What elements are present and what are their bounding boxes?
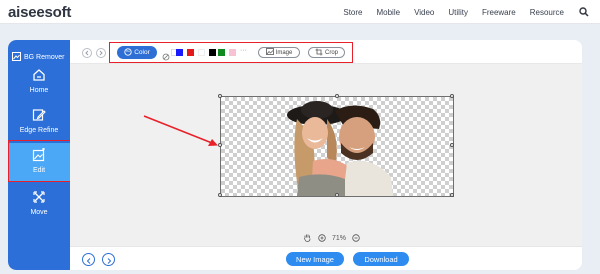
new-image-button[interactable]: New Image: [286, 252, 344, 266]
redo-button[interactable]: [96, 48, 106, 58]
chevron-right-icon: [106, 251, 112, 269]
zoom-in-icon[interactable]: [318, 233, 326, 244]
resize-handle-mr[interactable]: [450, 143, 454, 147]
resize-handle-bc[interactable]: [335, 193, 339, 197]
download-button[interactable]: Download: [353, 252, 409, 266]
search-icon[interactable]: [578, 6, 590, 18]
resize-handle-bl[interactable]: [218, 193, 222, 197]
main-nav: Store Mobile Video Utility Freeware Reso…: [343, 0, 590, 24]
prev-button[interactable]: [82, 253, 95, 266]
resize-handle-tl[interactable]: [218, 94, 222, 98]
editor-window: BG Remover Home Edge Refine Edit Move Co…: [8, 40, 582, 270]
top-nav-bar: aiseesoft Store Mobile Video Utility Fre…: [0, 0, 600, 24]
sidebar-item-label: Edge Refine: [19, 127, 59, 134]
sidebar-item-home[interactable]: Home: [8, 68, 70, 94]
sidebar-item-edge-refine[interactable]: Edge Refine: [8, 108, 70, 134]
nav-item-freeware[interactable]: Freeware: [482, 8, 516, 17]
zoom-controls: 71%: [303, 233, 360, 244]
sidebar-title: BG Remover: [24, 53, 65, 61]
hand-tool-icon[interactable]: [303, 233, 312, 244]
nav-item-store[interactable]: Store: [343, 8, 362, 17]
undo-button[interactable]: [82, 48, 92, 58]
site-logo[interactable]: aiseesoft: [8, 2, 71, 22]
nav-item-mobile[interactable]: Mobile: [376, 8, 400, 17]
sidebar-item-label: Move: [30, 209, 48, 216]
edit-toolbar: Color ··· Image Crop: [70, 40, 582, 64]
edit-pencil-icon: [32, 108, 46, 122]
sidebar-item-label: Home: [29, 87, 49, 94]
next-button[interactable]: [102, 253, 115, 266]
image-canvas[interactable]: [218, 94, 454, 197]
nav-item-utility[interactable]: Utility: [448, 8, 468, 17]
toolbar-highlight-box: [109, 42, 353, 63]
move-arrows-icon: [32, 190, 46, 204]
chevron-left-icon: [86, 251, 92, 269]
nav-item-resource[interactable]: Resource: [530, 8, 564, 17]
edit-highlight-box: [8, 140, 74, 182]
resize-handle-ml[interactable]: [218, 143, 222, 147]
home-icon: [32, 68, 46, 82]
workspace: Color ··· Image Crop 71% New Image Downl…: [70, 40, 582, 270]
sidebar-brand: BG Remover: [12, 48, 64, 66]
annotation-arrow: [143, 115, 218, 146]
sidebar-item-move[interactable]: Move: [8, 190, 70, 216]
nav-item-video[interactable]: Video: [414, 8, 434, 17]
editor-footer: New Image Download: [70, 246, 582, 270]
resize-handle-tc[interactable]: [335, 94, 339, 98]
resize-handle-br[interactable]: [450, 193, 454, 197]
bg-remover-logo-icon: [12, 48, 21, 66]
zoom-out-icon[interactable]: [352, 233, 360, 244]
resize-handle-tr[interactable]: [450, 94, 454, 98]
zoom-level: 71%: [332, 235, 347, 242]
subject-cutout-image: [287, 101, 393, 196]
logo-text: aiseesoft: [8, 3, 72, 21]
